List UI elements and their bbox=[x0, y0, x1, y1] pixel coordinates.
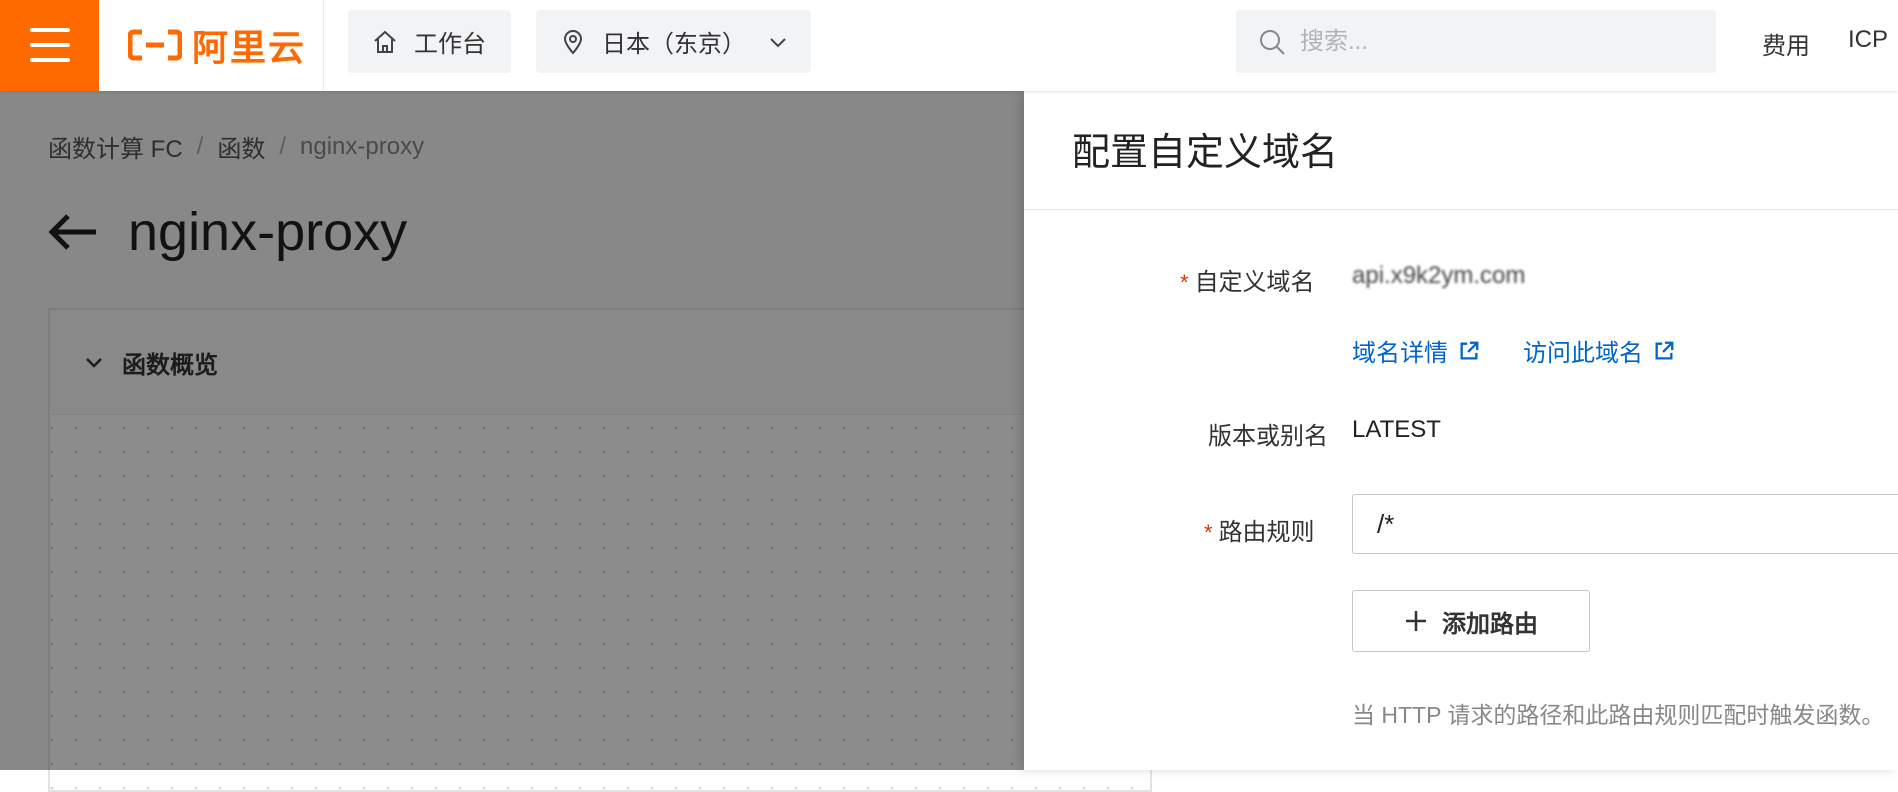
required-mark: * bbox=[1180, 270, 1189, 295]
menu-line-icon bbox=[30, 28, 70, 32]
region-label: 日本（东京） bbox=[602, 31, 746, 58]
home-icon bbox=[374, 30, 396, 53]
search-input[interactable] bbox=[1298, 26, 1682, 57]
route-label-text: 路由规则 bbox=[1218, 519, 1315, 546]
logo-text: 阿里云 bbox=[192, 27, 307, 68]
aliyun-logo[interactable]: 阿里云 bbox=[128, 20, 306, 70]
top-navigation-bar: 阿里云 工作台 日本（东京） 费用 ICP bbox=[0, 0, 1898, 91]
add-route-button[interactable]: 添加路由 bbox=[1352, 590, 1590, 652]
plus-icon bbox=[1406, 611, 1426, 631]
route-label: * 路由规则 bbox=[1204, 512, 1315, 547]
region-selector[interactable]: 日本（东京） bbox=[536, 10, 811, 73]
external-link-icon bbox=[1655, 341, 1674, 359]
topbar-divider bbox=[323, 0, 324, 91]
domain-details-link[interactable]: 域名详情 bbox=[1352, 333, 1480, 368]
icp-link[interactable]: ICP bbox=[1848, 26, 1888, 54]
billing-link[interactable]: 费用 bbox=[1762, 26, 1810, 61]
version-label: 版本或别名 bbox=[1208, 423, 1328, 450]
location-pin-icon bbox=[563, 29, 583, 55]
domain-label-text: 自定义域名 bbox=[1194, 269, 1315, 296]
add-route-label: 添加路由 bbox=[1442, 610, 1538, 638]
visit-domain-label: 访问此域名 bbox=[1523, 340, 1643, 367]
domain-label: * 自定义域名 bbox=[1180, 262, 1315, 297]
domain-value: api.x9k2ym.com bbox=[1352, 262, 1526, 289]
version-value: LATEST bbox=[1352, 416, 1441, 443]
workbench-button[interactable]: 工作台 bbox=[348, 10, 511, 73]
domain-details-label: 域名详情 bbox=[1352, 340, 1448, 367]
visit-domain-link[interactable]: 访问此域名 bbox=[1523, 333, 1675, 368]
menu-line-icon bbox=[30, 43, 70, 47]
route-hint-text: 当 HTTP 请求的路径和此路由规则匹配时触发函数。 bbox=[1352, 702, 1885, 728]
menu-line-icon bbox=[30, 58, 70, 62]
required-mark: * bbox=[1204, 520, 1213, 545]
route-rule-input[interactable] bbox=[1352, 494, 1898, 554]
aliyun-logo-icon bbox=[128, 29, 182, 61]
drawer-divider bbox=[1024, 209, 1898, 210]
search-icon bbox=[1260, 29, 1285, 55]
hamburger-menu-button[interactable] bbox=[0, 0, 99, 91]
custom-domain-drawer: 配置自定义域名 bbox=[1024, 91, 1898, 770]
external-link-icon bbox=[1460, 341, 1479, 359]
workbench-label: 工作台 bbox=[414, 31, 486, 58]
chevron-down-icon bbox=[770, 37, 786, 47]
global-search[interactable] bbox=[1236, 10, 1716, 73]
drawer-title: 配置自定义域名 bbox=[1072, 132, 1339, 174]
